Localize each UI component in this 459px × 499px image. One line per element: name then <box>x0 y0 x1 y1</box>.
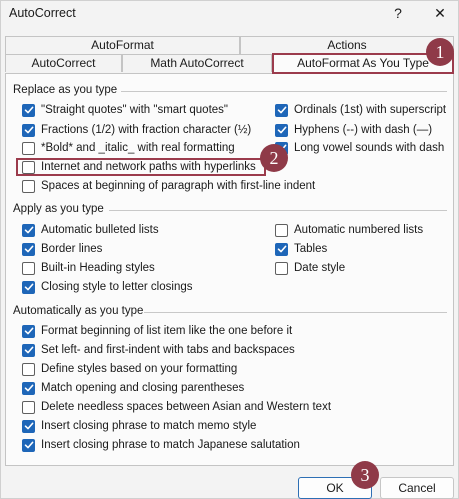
checkmark-icon <box>24 384 33 392</box>
checkmark-icon <box>24 441 33 449</box>
option-label: Hyphens (--) with dash (—) <box>294 124 433 136</box>
opt-japanese-salutation[interactable]: Insert closing phrase to match Japanese … <box>22 437 300 453</box>
checkmark-icon <box>24 346 33 354</box>
checkbox[interactable] <box>22 419 35 433</box>
checkmark-icon <box>277 245 286 253</box>
checkbox[interactable] <box>22 343 35 357</box>
opt-ordinals[interactable]: Ordinals (1st) with superscript <box>275 102 446 118</box>
option-label: Border lines <box>41 243 103 255</box>
checkbox[interactable] <box>22 381 35 395</box>
callout-badge-1: 1 <box>426 38 454 66</box>
section-divider <box>109 210 447 211</box>
opt-spaces-indent[interactable]: Spaces at beginning of paragraph with fi… <box>22 178 315 194</box>
section-apply-label: Apply as you type <box>13 203 104 215</box>
checkmark-icon <box>24 226 33 234</box>
opt-straight-quotes[interactable]: "Straight quotes" with "smart quotes" <box>22 102 228 118</box>
option-label: Delete needless spaces between Asian and… <box>41 401 332 413</box>
opt-delete-spaces[interactable]: Delete needless spaces between Asian and… <box>22 399 331 415</box>
opt-date-style[interactable]: Date style <box>275 260 345 276</box>
checkbox[interactable] <box>22 123 35 137</box>
section-divider <box>121 91 447 92</box>
checkbox[interactable] <box>22 223 35 237</box>
section-replace-label: Replace as you type <box>13 84 118 96</box>
checkmark-icon <box>24 106 33 114</box>
opt-memo-style[interactable]: Insert closing phrase to match memo styl… <box>22 418 256 434</box>
opt-numbered-lists[interactable]: Automatic numbered lists <box>275 222 423 238</box>
tab-autocorrect[interactable]: AutoCorrect <box>5 54 122 72</box>
option-label: Insert closing phrase to match Japanese … <box>41 439 300 451</box>
option-label: Ordinals (1st) with superscript <box>294 104 447 116</box>
close-button[interactable]: ✕ <box>427 3 453 23</box>
opt-border-lines[interactable]: Border lines <box>22 241 102 257</box>
option-label: Automatic numbered lists <box>294 224 424 236</box>
option-label: Format beginning of list item like the o… <box>41 325 293 337</box>
callout-badge-3: 3 <box>351 461 379 489</box>
autocorrect-dialog: AutoCorrect ? ✕ AutoFormat Actions AutoC… <box>0 0 459 499</box>
option-label: "Straight quotes" with "smart quotes" <box>41 104 228 116</box>
section-auto-label: Automatically as you type <box>13 305 144 317</box>
option-label: Match opening and closing parentheses <box>41 382 245 394</box>
checkbox[interactable] <box>275 123 288 137</box>
option-label: Define styles based on your formatting <box>41 363 238 375</box>
tab-autoformat[interactable]: AutoFormat <box>5 36 240 54</box>
opt-format-list-item[interactable]: Format beginning of list item like the o… <box>22 323 292 339</box>
opt-hyphens[interactable]: Hyphens (--) with dash (—) <box>275 122 432 138</box>
checkbox[interactable] <box>22 400 35 414</box>
checkbox[interactable] <box>275 103 288 117</box>
checkmark-icon <box>24 283 33 291</box>
option-label: Insert closing phrase to match memo styl… <box>41 420 257 432</box>
checkbox[interactable] <box>275 242 288 256</box>
option-label: Fractions (1/2) with fraction character … <box>41 124 252 136</box>
opt-indent-tabs[interactable]: Set left- and first-indent with tabs and… <box>22 342 295 358</box>
checkbox[interactable] <box>22 261 35 275</box>
checkbox[interactable] <box>22 324 35 338</box>
checkmark-icon <box>277 126 286 134</box>
option-label: Built-in Heading styles <box>41 262 155 274</box>
checkbox[interactable] <box>275 223 288 237</box>
opt-fractions[interactable]: Fractions (1/2) with fraction character … <box>22 122 251 138</box>
option-label: Closing style to letter closings <box>41 281 193 293</box>
option-label: Set left- and first-indent with tabs and… <box>41 344 295 356</box>
checkbox[interactable] <box>22 141 35 155</box>
checkmark-icon <box>24 245 33 253</box>
callout-badge-2: 2 <box>260 144 288 172</box>
checkmark-icon <box>24 422 33 430</box>
option-label: Long vowel sounds with dash <box>294 142 445 154</box>
tab-math-autocorrect[interactable]: Math AutoCorrect <box>122 54 272 72</box>
opt-bold-italic[interactable]: *Bold* and _italic_ with real formatting <box>22 140 235 156</box>
option-label: Automatic bulleted lists <box>41 224 159 236</box>
option-label: Tables <box>294 243 328 255</box>
opt-long-vowel[interactable]: Long vowel sounds with dash <box>275 140 444 156</box>
opt-bulleted-lists[interactable]: Automatic bulleted lists <box>22 222 159 238</box>
checkbox[interactable] <box>22 242 35 256</box>
checkbox[interactable] <box>22 362 35 376</box>
opt-letter-closings[interactable]: Closing style to letter closings <box>22 279 192 295</box>
highlight-internet-paths <box>16 158 266 176</box>
window-title: AutoCorrect <box>9 6 76 20</box>
opt-tables[interactable]: Tables <box>275 241 327 257</box>
checkbox[interactable] <box>22 438 35 452</box>
checkmark-icon <box>277 106 286 114</box>
help-button[interactable]: ? <box>387 3 409 23</box>
opt-match-parentheses[interactable]: Match opening and closing parentheses <box>22 380 244 396</box>
tab-actions[interactable]: Actions <box>240 36 454 54</box>
checkbox[interactable] <box>275 261 288 275</box>
checkbox[interactable] <box>22 280 35 294</box>
opt-heading-styles[interactable]: Built-in Heading styles <box>22 260 155 276</box>
checkbox[interactable] <box>22 179 35 193</box>
checkmark-icon <box>24 327 33 335</box>
checkmark-icon <box>24 126 33 134</box>
cancel-button[interactable]: Cancel <box>380 477 454 499</box>
checkbox[interactable] <box>22 103 35 117</box>
title-bar: AutoCorrect ? ✕ <box>1 1 459 27</box>
option-label: Date style <box>294 262 346 274</box>
opt-define-styles[interactable]: Define styles based on your formatting <box>22 361 237 377</box>
option-label: *Bold* and _italic_ with real formatting <box>41 142 235 154</box>
section-divider <box>144 312 447 313</box>
option-label: Spaces at beginning of paragraph with fi… <box>41 180 316 192</box>
